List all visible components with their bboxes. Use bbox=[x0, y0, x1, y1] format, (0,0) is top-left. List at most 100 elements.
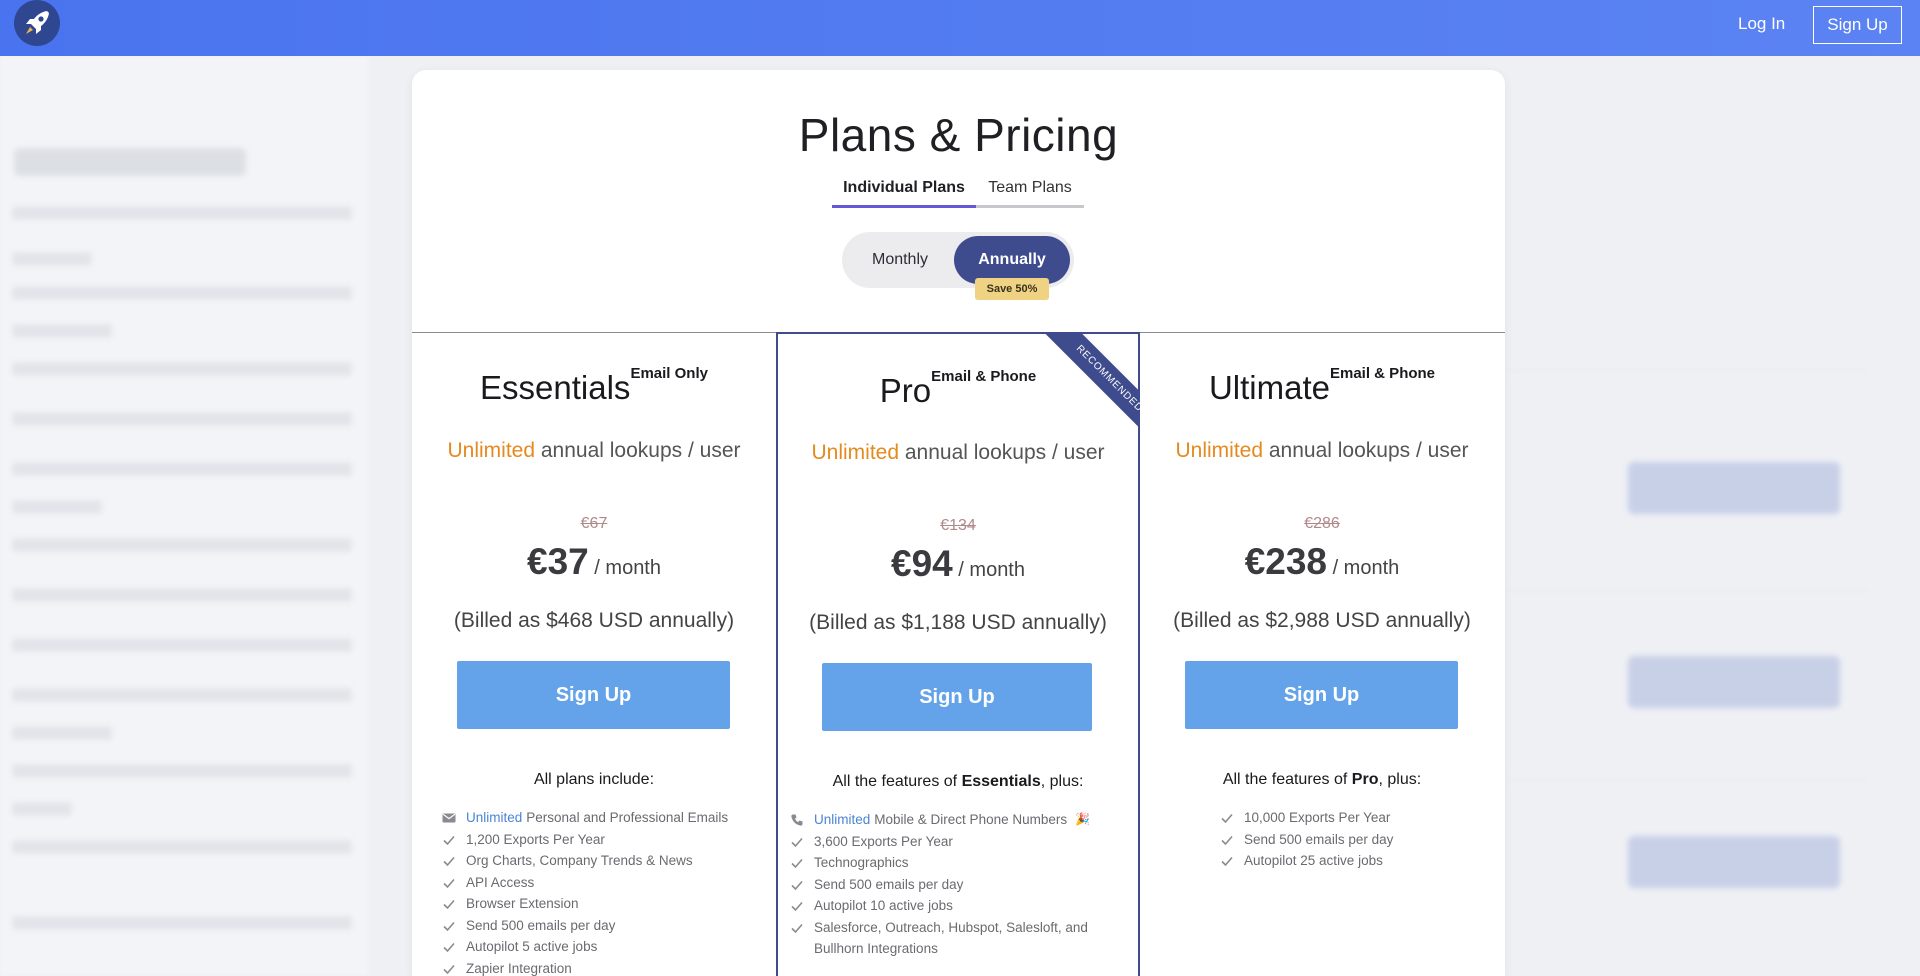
lookups-label: annual lookups / user bbox=[1263, 439, 1469, 462]
features-heading: All the features of Pro, plus: bbox=[1140, 771, 1504, 789]
signup-button-essentials[interactable]: Sign Up bbox=[457, 661, 730, 729]
list-item: Autopilot 25 active jobs bbox=[1220, 850, 1393, 872]
feature-text: Send 500 emails per day bbox=[466, 917, 616, 933]
feature-list: Unlimited Personal and Professional Email… bbox=[442, 807, 728, 976]
login-link[interactable]: Log In bbox=[1738, 14, 1785, 34]
feature-text: Mobile & Direct Phone Numbers bbox=[874, 812, 1068, 827]
features-heading-plan: Pro bbox=[1351, 771, 1379, 788]
save-badge: Save 50% bbox=[975, 278, 1049, 300]
background-row bbox=[12, 916, 352, 930]
plan-name: Essentials bbox=[480, 369, 631, 406]
billed-text: (Billed as $468 USD annually) bbox=[453, 609, 735, 632]
background-row bbox=[12, 688, 352, 702]
billed-text: (Billed as $2,988 USD annually) bbox=[1173, 609, 1471, 632]
background-button bbox=[1628, 462, 1840, 514]
list-item: 3,600 Exports Per Year bbox=[790, 831, 1120, 853]
check-icon bbox=[1220, 853, 1234, 867]
list-item: Autopilot 5 active jobs bbox=[442, 936, 728, 958]
check-icon bbox=[790, 855, 804, 869]
tab-team-plans[interactable]: Team Plans bbox=[976, 176, 1084, 208]
list-item: Browser Extension bbox=[442, 893, 728, 915]
list-item: Autopilot 10 active jobs bbox=[790, 895, 1120, 917]
signup-button-pro[interactable]: Sign Up bbox=[822, 663, 1092, 731]
background-row bbox=[12, 588, 352, 602]
plan-card-pro: RECOMMENDED ProEmail & Phone Unlimited a… bbox=[776, 332, 1140, 976]
feature-text: Send 500 emails per day bbox=[814, 876, 964, 892]
price: €238 bbox=[1244, 541, 1328, 582]
check-icon bbox=[442, 853, 456, 867]
check-icon bbox=[1220, 832, 1234, 846]
plan-name-row: UltimateEmail & Phone bbox=[1140, 365, 1504, 407]
feature-text: Autopilot 10 active jobs bbox=[814, 898, 953, 913]
background-sidebar bbox=[0, 56, 370, 976]
background-divider bbox=[1500, 780, 1870, 781]
feature-text: Send 500 emails per day bbox=[1244, 831, 1394, 847]
background-button bbox=[1628, 656, 1840, 708]
plan-card-ultimate: UltimateEmail & Phone Unlimited annual l… bbox=[1140, 333, 1504, 976]
check-icon bbox=[790, 834, 804, 848]
feature-text: Browser Extension bbox=[466, 896, 579, 911]
check-icon bbox=[442, 939, 456, 953]
list-item: 10,000 Exports Per Year bbox=[1220, 807, 1393, 829]
pricing-modal: Plans & Pricing Individual Plans Team Pl… bbox=[412, 70, 1505, 976]
price: €94 bbox=[891, 543, 953, 584]
lookups-label: annual lookups / user bbox=[899, 441, 1105, 464]
background-pill bbox=[14, 148, 246, 176]
feature-text: 3,600 Exports Per Year bbox=[814, 833, 953, 849]
lookups-text: Unlimited annual lookups / user bbox=[1140, 439, 1504, 463]
check-icon bbox=[442, 961, 456, 975]
lookups-accent: Unlimited bbox=[811, 441, 900, 464]
background-row bbox=[12, 252, 92, 266]
background-row bbox=[12, 726, 112, 740]
party-icon: 🎉 bbox=[1075, 812, 1091, 826]
check-icon bbox=[442, 832, 456, 846]
list-item: Send 500 emails per day bbox=[442, 915, 728, 937]
price-period: / month bbox=[1327, 557, 1400, 579]
background-row bbox=[12, 802, 72, 816]
check-icon bbox=[442, 875, 456, 889]
check-icon bbox=[790, 877, 804, 891]
plan-name-row: ProEmail & Phone bbox=[778, 368, 1138, 410]
feature-text: Personal and Professional Emails bbox=[526, 810, 729, 825]
check-icon bbox=[442, 918, 456, 932]
feature-text: 10,000 Exports Per Year bbox=[1244, 810, 1391, 825]
check-icon bbox=[790, 898, 804, 912]
top-navigation-bar: Log In Sign Up bbox=[0, 0, 1920, 56]
page-title: Plans & Pricing bbox=[798, 109, 1119, 161]
header-signup-button[interactable]: Sign Up bbox=[1813, 6, 1902, 44]
background-row bbox=[12, 206, 352, 220]
annually-toggle-option[interactable]: Annually bbox=[954, 236, 1070, 284]
feature-text: Zapier Integration bbox=[466, 960, 572, 976]
signup-button-ultimate[interactable]: Sign Up bbox=[1185, 661, 1458, 729]
features-heading-suffix: , plus: bbox=[1378, 771, 1422, 788]
phone-icon bbox=[790, 812, 804, 826]
list-item: Unlimited Mobile & Direct Phone Numbers 🎉 bbox=[790, 809, 1120, 831]
background-row bbox=[12, 840, 352, 854]
old-price: €286 bbox=[1304, 515, 1340, 532]
list-item: Send 500 emails per day bbox=[790, 874, 1120, 896]
check-icon bbox=[1220, 810, 1234, 824]
price-period: / month bbox=[588, 557, 661, 579]
tab-individual-plans[interactable]: Individual Plans bbox=[832, 176, 976, 208]
price-row: €37 / month bbox=[412, 541, 776, 583]
list-item: API Access bbox=[442, 872, 728, 894]
feature-list: 10,000 Exports Per Year Send 500 emails … bbox=[1220, 807, 1393, 872]
background-row bbox=[12, 324, 112, 338]
feature-text: Salesforce, Outreach, Hubspot, Salesloft… bbox=[814, 919, 1088, 957]
lookups-text: Unlimited annual lookups / user bbox=[778, 441, 1138, 465]
rocket-logo-icon[interactable] bbox=[14, 0, 60, 46]
check-icon bbox=[442, 896, 456, 910]
plan-card-essentials: EssentialsEmail Only Unlimited annual lo… bbox=[412, 333, 776, 976]
feature-text: 1,200 Exports Per Year bbox=[466, 831, 605, 847]
list-item: 1,200 Exports Per Year bbox=[442, 829, 728, 851]
billed-text: (Billed as $1,188 USD annually) bbox=[809, 611, 1107, 634]
old-price: €134 bbox=[940, 517, 976, 534]
price-row: €94 / month bbox=[778, 543, 1138, 585]
price-row: €238 / month bbox=[1140, 541, 1504, 583]
background-row bbox=[12, 412, 352, 426]
list-item: Unlimited Personal and Professional Email… bbox=[442, 807, 728, 829]
monthly-toggle-option[interactable]: Monthly bbox=[848, 236, 952, 284]
features-heading-prefix: All the features of bbox=[832, 773, 962, 790]
feature-text: Autopilot 5 active jobs bbox=[466, 939, 598, 954]
price: €37 bbox=[527, 541, 589, 582]
